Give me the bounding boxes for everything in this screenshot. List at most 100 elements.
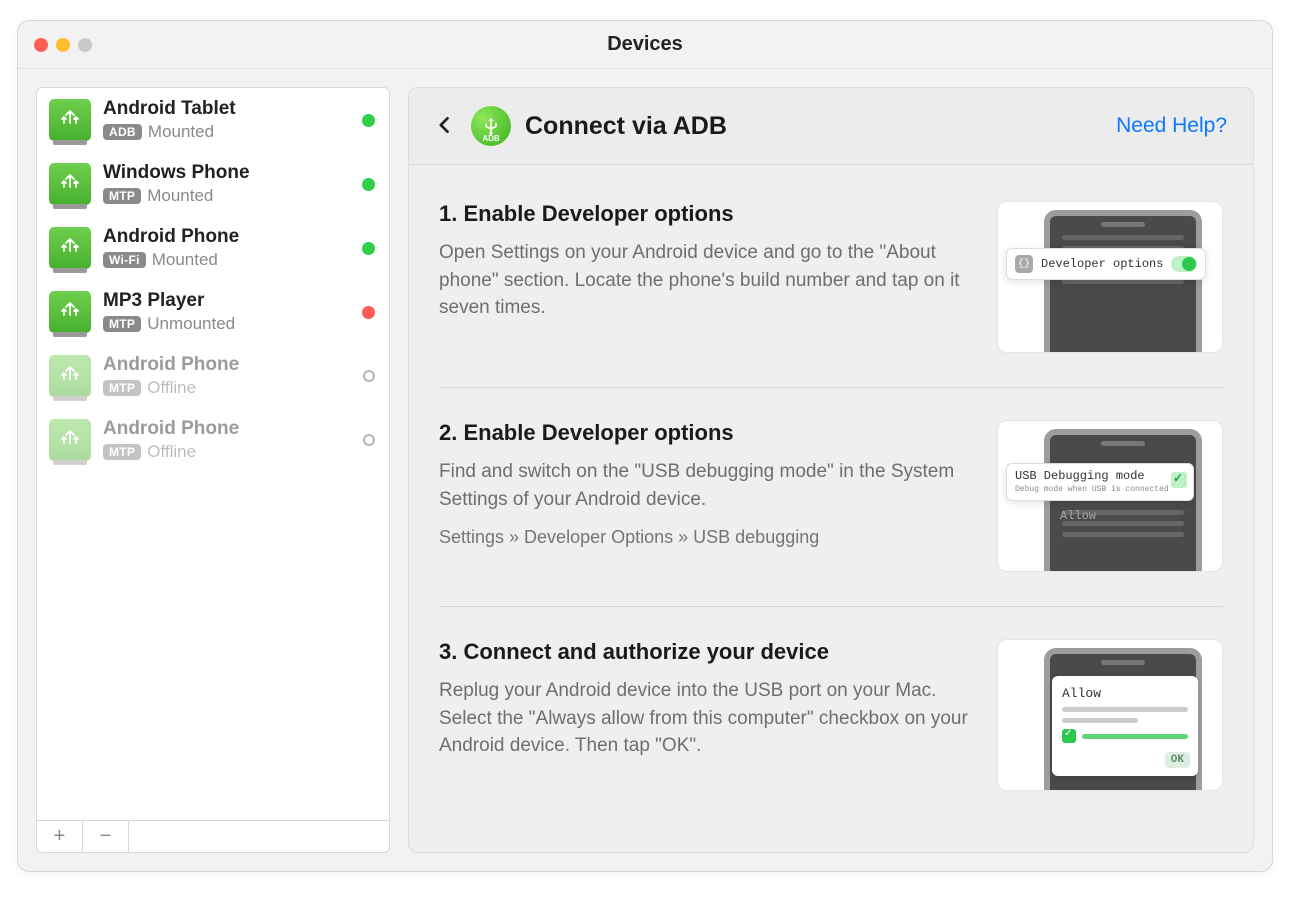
device-sub: ADB Mounted: [103, 122, 350, 142]
status-dot: [363, 370, 375, 382]
step-illustration: Allow OK: [997, 639, 1223, 791]
step-3: 3. Connect and authorize your device Rep…: [439, 607, 1223, 825]
steps: 1. Enable Developer options Open Setting…: [409, 165, 1253, 852]
device-meta: Windows Phone MTP Mounted: [103, 162, 350, 206]
zoom-icon[interactable]: [78, 38, 92, 52]
device-row[interactable]: Android Phone MTP Offline: [37, 344, 389, 408]
device-sub: Wi-Fi Mounted: [103, 250, 350, 270]
developer-options-pill: {} Developer options: [1006, 248, 1206, 280]
device-row[interactable]: Windows Phone MTP Mounted: [37, 152, 389, 216]
device-meta: Android Phone MTP Offline: [103, 354, 351, 398]
device-status: Unmounted: [147, 314, 235, 334]
device-status: Offline: [147, 442, 196, 462]
device-list: Android TabletADBMountedWindows PhoneMTP…: [37, 88, 389, 820]
main-header: ADB Connect via ADB Need Help?: [409, 88, 1253, 165]
device-drive-icon: [49, 99, 91, 141]
connection-badge: MTP: [103, 316, 141, 332]
status-dot: [362, 306, 375, 319]
device-drive-icon: [49, 355, 91, 397]
usb-debugging-pill: USB Debugging mode Debug mode when USB i…: [1006, 463, 1194, 501]
minimize-icon[interactable]: [56, 38, 70, 52]
sidebar-footer: + −: [37, 820, 389, 852]
pill-text: USB Debugging mode: [1015, 469, 1185, 483]
device-name: Windows Phone: [103, 162, 350, 184]
device-name: Android Phone: [103, 354, 351, 376]
device-row[interactable]: MP3 Player MTP Unmounted: [37, 280, 389, 344]
allow-dialog: Allow OK: [1052, 676, 1198, 776]
device-row[interactable]: Android Tablet ADB Mounted: [37, 88, 389, 152]
step-illustration: USB Debugging mode Debug mode when USB i…: [997, 420, 1223, 572]
step-desc: Replug your Android device into the USB …: [439, 677, 971, 760]
device-sub: MTP Offline: [103, 442, 351, 462]
device-sub: MTP Offline: [103, 378, 351, 398]
device-name: Android Phone: [103, 418, 351, 440]
connection-badge: MTP: [103, 188, 141, 204]
titlebar: Devices: [18, 21, 1272, 69]
body: Android TabletADBMountedWindows PhoneMTP…: [18, 69, 1272, 871]
back-button[interactable]: [435, 110, 457, 142]
connection-badge: MTP: [103, 380, 141, 396]
device-status: Mounted: [148, 122, 214, 142]
step-2: 2. Enable Developer options Find and swi…: [439, 388, 1223, 607]
device-row[interactable]: Android Phone Wi-Fi Mounted: [37, 216, 389, 280]
status-dot: [362, 242, 375, 255]
window-title: Devices: [18, 33, 1272, 56]
step-title: 1. Enable Developer options: [439, 201, 971, 227]
device-meta: Android Phone MTP Offline: [103, 418, 351, 462]
step-text: 3. Connect and authorize your device Rep…: [439, 639, 971, 791]
pill-text: Developer options: [1041, 257, 1163, 271]
checkbox-icon: [1062, 729, 1076, 743]
device-drive-icon: [49, 291, 91, 333]
sidebar: Android TabletADBMountedWindows PhoneMTP…: [36, 87, 390, 853]
chevron-left-icon: [435, 115, 455, 135]
app-window: Devices Android TabletADBMountedWindows …: [17, 20, 1273, 872]
usb-icon: [481, 116, 501, 136]
settings-path: Settings » Developer Options » USB debug…: [439, 527, 971, 548]
step-text: 1. Enable Developer options Open Setting…: [439, 201, 971, 353]
device-name: Android Phone: [103, 226, 350, 248]
phone-mock: [1044, 210, 1202, 353]
step-title: 3. Connect and authorize your device: [439, 639, 971, 665]
device-meta: MP3 Player MTP Unmounted: [103, 290, 350, 334]
device-name: MP3 Player: [103, 290, 350, 312]
toggle-icon: [1171, 256, 1197, 272]
page-title: Connect via ADB: [525, 112, 1102, 141]
pill-sub: Debug mode when USB is connected: [1015, 485, 1185, 494]
device-drive-icon: [49, 163, 91, 205]
main-panel: ADB Connect via ADB Need Help? 1. Enable…: [408, 87, 1254, 853]
device-name: Android Tablet: [103, 98, 350, 120]
device-row[interactable]: Android Phone MTP Offline: [37, 408, 389, 472]
device-status: Mounted: [152, 250, 218, 270]
remove-device-button[interactable]: −: [83, 821, 129, 852]
add-device-button[interactable]: +: [37, 821, 83, 852]
checkbox-icon: [1171, 472, 1187, 488]
device-sub: MTP Unmounted: [103, 314, 350, 334]
step-1: 1. Enable Developer options Open Setting…: [439, 169, 1223, 388]
status-dot: [363, 434, 375, 446]
device-drive-icon: [49, 419, 91, 461]
adb-label: ADB: [482, 134, 499, 143]
connection-badge: ADB: [103, 124, 142, 140]
ok-button-label: OK: [1165, 752, 1190, 768]
device-sub: MTP Mounted: [103, 186, 350, 206]
status-dot: [362, 178, 375, 191]
device-meta: Android Tablet ADB Mounted: [103, 98, 350, 142]
help-link[interactable]: Need Help?: [1116, 114, 1227, 138]
step-illustration: {} Developer options: [997, 201, 1223, 353]
braces-icon: {}: [1015, 255, 1033, 273]
connection-badge: MTP: [103, 444, 141, 460]
device-meta: Android Phone Wi-Fi Mounted: [103, 226, 350, 270]
step-desc: Find and switch on the "USB debugging mo…: [439, 458, 971, 513]
device-status: Offline: [147, 378, 196, 398]
allow-label: Allow: [1062, 686, 1188, 701]
close-icon[interactable]: [34, 38, 48, 52]
step-desc: Open Settings on your Android device and…: [439, 239, 971, 322]
allow-label: Allow: [1060, 509, 1096, 523]
step-text: 2. Enable Developer options Find and swi…: [439, 420, 971, 572]
status-dot: [362, 114, 375, 127]
connection-badge: Wi-Fi: [103, 252, 146, 268]
adb-icon: ADB: [471, 106, 511, 146]
device-drive-icon: [49, 227, 91, 269]
step-title: 2. Enable Developer options: [439, 420, 971, 446]
device-status: Mounted: [147, 186, 213, 206]
